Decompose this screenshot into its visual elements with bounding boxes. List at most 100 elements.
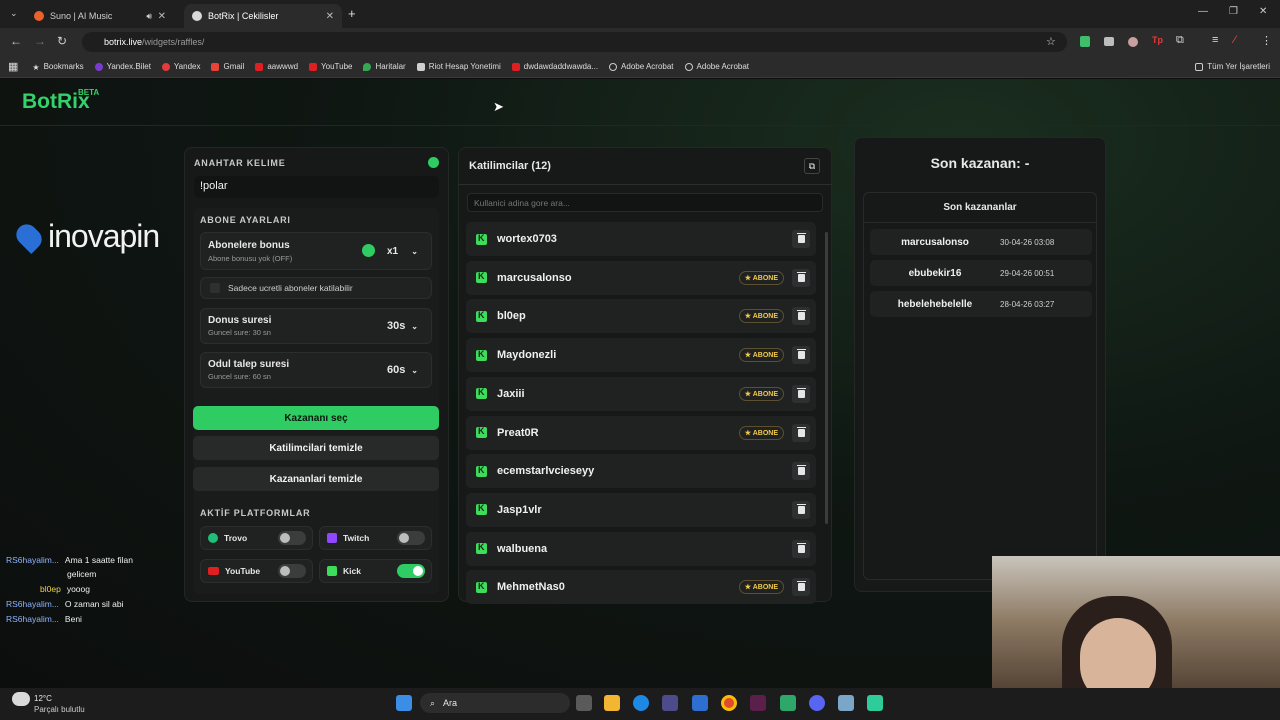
delete-button[interactable] (792, 230, 810, 248)
bookmark-item[interactable]: Yandex (161, 62, 200, 71)
menu-kebab-icon[interactable]: ⋮ (1261, 34, 1272, 47)
participant-row: MehmetNas0 ★ ABONE (466, 570, 816, 605)
delete-button[interactable] (792, 578, 810, 597)
select-value: 30s (387, 320, 406, 332)
bookmarks-folder[interactable]: Tüm Yer İşaretleri (1195, 62, 1270, 71)
taskbar-search[interactable]: ⌕ Ara (420, 693, 570, 713)
bookmark-item[interactable]: Gmail (211, 62, 244, 71)
delete-button[interactable] (792, 423, 810, 442)
delete-button[interactable] (792, 307, 810, 326)
delete-button[interactable] (792, 384, 810, 403)
delete-button[interactable] (792, 346, 810, 365)
keyword-input[interactable]: !polar (194, 176, 439, 198)
scrollbar[interactable] (825, 232, 828, 524)
bookmark-item[interactable]: aawwwd (255, 62, 298, 71)
profile-icon[interactable]: ⁄ (1234, 34, 1236, 46)
extension-shield-icon[interactable] (1080, 36, 1090, 47)
extension-icon[interactable] (1104, 37, 1114, 46)
bookmark-item[interactable]: Adobe Acrobat (609, 62, 674, 71)
bookmark-item[interactable]: Riot Hesap Yonetimi (416, 62, 501, 71)
platforms-label: AKTİF PLATFORMLAR (200, 508, 311, 518)
trovo-toggle[interactable] (278, 531, 306, 545)
chrome-icon[interactable] (721, 695, 737, 711)
apps-grid-icon[interactable]: ▦ (8, 60, 18, 73)
botrix-logo[interactable]: BotRix BETA (22, 88, 99, 114)
trash-icon (796, 503, 806, 514)
store-icon[interactable] (662, 695, 678, 711)
claim-select[interactable]: 60s ⌄ (380, 361, 424, 379)
chat-text: yooog (66, 584, 90, 594)
chat-message: RS6hayalim... Beni (6, 614, 82, 624)
app-icon[interactable] (867, 695, 883, 711)
tab-botrix[interactable]: BotRix | Cekilisler ✕ (184, 4, 342, 28)
participant-row: Jaxiii ★ ABONE (466, 376, 816, 411)
bookmark-item[interactable]: YouTube (309, 62, 352, 71)
extension-icon[interactable] (1128, 37, 1138, 47)
tab-suno[interactable]: Suno | AI Music 🔊︎ ✕ (26, 4, 174, 28)
app-icon[interactable] (750, 695, 766, 711)
window-close-icon[interactable]: ✕ (1259, 6, 1267, 17)
mouse-cursor-icon: ➤ (493, 99, 504, 114)
extensions-puzzle-icon[interactable]: ⧉ (1176, 34, 1184, 47)
participant-search-input[interactable] (467, 193, 823, 212)
chat-message: RS6hayalim... Ama 1 saatte filan (6, 555, 133, 565)
audio-icon[interactable]: 🔊︎ (146, 11, 152, 22)
paid-only-row[interactable]: Sadece ucretli aboneler katilabilir (200, 277, 432, 299)
bookmark-star-icon[interactable]: ☆ (1046, 35, 1056, 48)
bookmark-item[interactable]: Yandex.Bilet (94, 62, 151, 71)
delete-button[interactable] (792, 268, 810, 287)
clear-participants-button[interactable]: Katilimcilari temizle (193, 436, 439, 460)
forward-icon[interactable]: → (34, 34, 46, 48)
delete-button[interactable] (792, 462, 810, 481)
copy-icon[interactable]: ⧉ (804, 158, 820, 174)
reload-icon[interactable]: ↻ (57, 34, 67, 48)
spin-select[interactable]: 30s ⌄ (380, 317, 424, 335)
participant-row: Preat0R ★ ABONE (466, 415, 816, 450)
close-icon[interactable]: ✕ (158, 11, 166, 22)
bookmark-item[interactable]: Adobe Acrobat (684, 62, 749, 71)
bookmark-item[interactable]: Haritalar (363, 62, 406, 71)
chat-user: RS6hayalim... (6, 614, 59, 624)
pick-winner-button[interactable]: Kazananı seç (193, 406, 439, 430)
youtube-icon (208, 567, 219, 575)
weather-icon[interactable] (12, 692, 30, 706)
tab-list-icon[interactable]: ⌄ (10, 8, 18, 19)
platform-name: YouTube (225, 566, 261, 576)
twitch-toggle[interactable] (397, 531, 425, 545)
app-icon[interactable] (838, 695, 854, 711)
youtube-toggle[interactable] (278, 564, 306, 578)
discord-icon[interactable] (809, 695, 825, 711)
url-input[interactable]: botrix.live/widgets/raffles/ (82, 32, 1067, 52)
start-icon[interactable] (396, 695, 412, 711)
kick-toggle[interactable] (397, 564, 425, 578)
edge-icon[interactable] (633, 695, 649, 711)
trash-icon (796, 271, 806, 282)
app-icon[interactable] (780, 695, 796, 711)
close-icon[interactable]: ✕ (326, 11, 334, 22)
info-icon[interactable] (362, 244, 375, 257)
bookmark-item[interactable]: dwdawdaddwawda... (511, 62, 598, 71)
winner-date: 30-04-26 03:08 (1000, 237, 1055, 247)
media-control-icon[interactable]: ≡ (1212, 34, 1218, 46)
clear-winners-button[interactable]: Kazananlari temizle (193, 467, 439, 491)
file-explorer-icon[interactable] (604, 695, 620, 711)
tab-title: Suno | AI Music (50, 11, 113, 21)
delete-button[interactable] (792, 539, 810, 558)
delete-button[interactable] (792, 500, 810, 519)
extension-icon[interactable]: Tp (1152, 35, 1163, 45)
new-tab-button[interactable]: + (348, 6, 356, 21)
chat-user: RS6hayalim... (6, 555, 59, 565)
maximize-icon[interactable]: ❐ (1229, 6, 1238, 17)
inovapin-overlay: inovapin (12, 218, 160, 255)
back-icon[interactable]: ← (10, 34, 22, 48)
paid-only-checkbox[interactable] (210, 283, 220, 293)
task-view-icon[interactable] (576, 695, 592, 711)
info-icon[interactable] (428, 157, 439, 168)
sub-bonus-select[interactable]: x1 ⌄ (380, 242, 424, 260)
bookmark-item[interactable]: ★ Bookmarks (32, 62, 83, 72)
divider (863, 222, 1097, 223)
mail-icon[interactable] (692, 695, 708, 711)
participant-name: Preat0R (497, 426, 539, 439)
participant-name: wortex0703 (497, 233, 557, 245)
minimize-icon[interactable]: — (1198, 6, 1208, 17)
